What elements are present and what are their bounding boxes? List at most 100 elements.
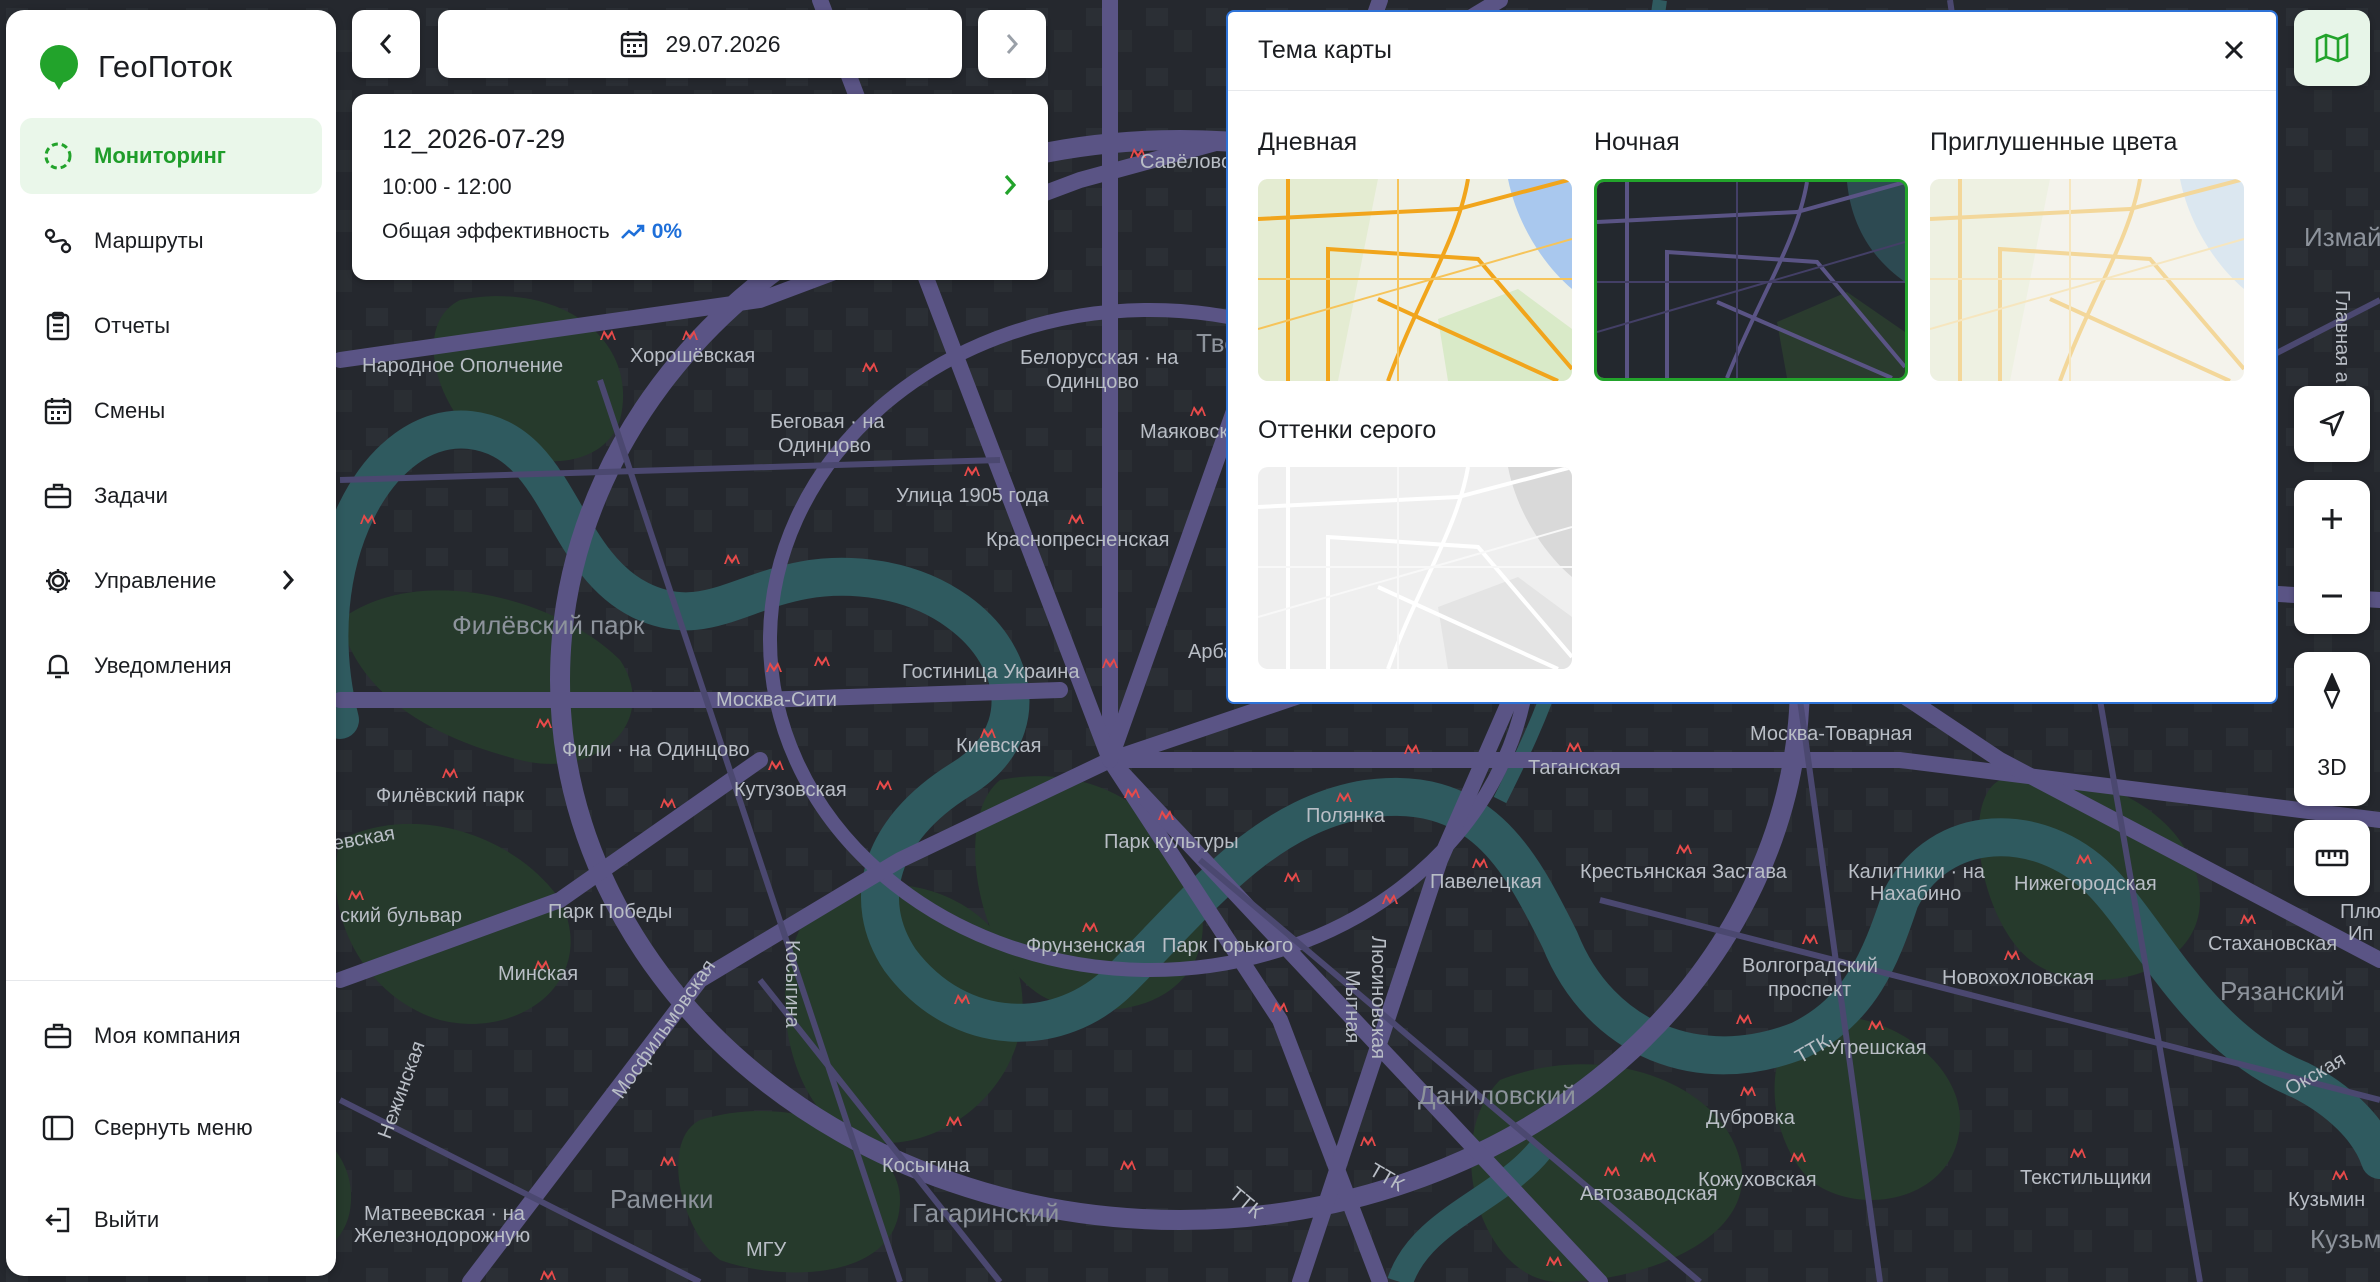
map-label-kosygina-vert: Косыгина — [781, 940, 803, 1029]
map-label-begovaya: Беговая · на — [770, 411, 885, 433]
sidebar-item-reports[interactable]: Отчеты — [20, 288, 322, 364]
close-icon — [2224, 40, 2244, 60]
gear-icon — [42, 565, 74, 597]
map-label-paveletskaya: Павелецкая — [1430, 871, 1542, 893]
next-date-button[interactable] — [978, 10, 1046, 78]
sidebar-divider — [6, 980, 336, 981]
sidebar-item-monitoring[interactable]: Мониторинг — [20, 118, 322, 194]
theme-panel-header: Тема карты — [1228, 12, 2276, 91]
sidebar: ГеоПоток Мониторинг Маршруты Отчеты Смен… — [6, 10, 336, 1276]
map-label-izmay: Измай — [2304, 222, 2380, 252]
sidebar-item-notifications[interactable]: Уведомления — [20, 628, 322, 704]
sidebar-item-collapse-menu[interactable]: Свернуть меню — [20, 1090, 322, 1166]
prev-date-button[interactable] — [352, 10, 420, 78]
collapse-panel-icon — [42, 1112, 74, 1144]
bell-icon — [42, 650, 74, 682]
theme-thumbnail-muted — [1930, 179, 2244, 381]
map-label-kutuzovskaya: Кутузовская — [734, 779, 847, 801]
minus-icon — [2322, 594, 2342, 597]
app-logo[interactable]: ГеоПоток — [38, 44, 232, 90]
map-label-nizhegorodskaya: Нижегородская — [2014, 873, 2157, 895]
map-label-dubrovka: Дубровка — [1706, 1107, 1796, 1129]
map-label-mytnaya: Мытная — [1341, 970, 1363, 1043]
map-label-volgogradsky2: проспект — [1768, 979, 1851, 1001]
briefcase-icon — [42, 480, 74, 512]
chevron-right-icon — [280, 567, 296, 598]
route-efficiency: Общая эффективность 0% — [382, 220, 682, 244]
map-label-park-kultury: Парк культуры — [1104, 831, 1239, 853]
map-label-krasnopresnenskaya: Краснопресненская — [986, 529, 1170, 551]
efficiency-label: Общая эффективность — [382, 220, 610, 243]
zoom-out-button[interactable] — [2294, 557, 2370, 634]
map-label-bulvar: ский бульвар — [340, 905, 462, 927]
current-date: 29.07.2026 — [665, 30, 781, 57]
map-label-tekstilshchiki: Текстильщики — [2020, 1167, 2151, 1189]
date-picker[interactable]: 29.07.2026 — [438, 10, 962, 78]
sidebar-item-shifts[interactable]: Смены — [20, 373, 322, 449]
map-theme-button[interactable] — [2294, 10, 2370, 86]
sidebar-item-label: Задачи — [94, 483, 168, 508]
clipboard-icon — [42, 310, 74, 342]
zoom-controls — [2294, 480, 2370, 634]
my-location-button[interactable] — [2294, 386, 2370, 462]
sidebar-item-logout[interactable]: Выйти — [20, 1182, 322, 1258]
map-label-matveevskaya: Матвеевская · на — [364, 1203, 526, 1225]
map-label-polyanka: Полянка — [1306, 805, 1386, 827]
map-label-glavnaya: Главная а — [2331, 290, 2353, 384]
sidebar-item-label: Смены — [94, 398, 166, 423]
theme-option-grayscale[interactable]: Оттенки серого — [1258, 416, 1572, 669]
theme-panel-title: Тема карты — [1258, 36, 1392, 64]
sidebar-item-management[interactable]: Управление — [20, 543, 322, 619]
trend-up-icon — [620, 224, 645, 239]
map-icon — [2315, 33, 2349, 63]
theme-option-name: Ночная — [1594, 128, 1680, 156]
sidebar-item-tasks[interactable]: Задачи — [20, 458, 322, 534]
map-label-krestyanskaya: Крестьянская Застава — [1580, 861, 1788, 883]
theme-option-day[interactable]: Дневная — [1258, 128, 1572, 381]
ruler-button[interactable] — [2294, 820, 2370, 896]
theme-option-night[interactable]: Ночная — [1594, 128, 1908, 381]
map-label-ugreshskaya: Угрешская — [1828, 1037, 1927, 1059]
theme-option-muted[interactable]: Приглушенные цвета — [1930, 128, 2244, 381]
efficiency-value: 0% — [651, 220, 683, 243]
theme-thumbnail-day — [1258, 179, 1572, 381]
route-time: 10:00 - 12:00 — [382, 174, 512, 199]
map-label-kalitniki: Калитники · на — [1848, 861, 1986, 883]
map-label-narodnoe: Народное Ополчение — [362, 355, 563, 377]
map-label-lyusinovskaya: Люсиновская — [1367, 936, 1389, 1059]
chevron-left-icon — [379, 34, 392, 54]
sidebar-item-label: Мониторинг — [94, 143, 226, 168]
open-route-chevron-icon[interactable] — [1002, 172, 1018, 203]
map-label-frunzenskaya: Фрунзенская — [1026, 935, 1145, 957]
orientation-controls: 3D — [2294, 652, 2370, 806]
map-label-belorusskaya: Белорусская · на — [1020, 347, 1179, 369]
map-label-park-pobedy: Парк Победы — [548, 901, 672, 923]
map-label-fili: Фили · на Одинцово — [562, 739, 750, 761]
sidebar-item-routes[interactable]: Маршруты — [20, 203, 322, 279]
map-label-kalitniki2: Нахабино — [1870, 883, 1961, 905]
sidebar-item-label: Управление — [94, 568, 217, 593]
sidebar-item-label: Свернуть меню — [94, 1115, 253, 1140]
close-button[interactable] — [2214, 30, 2254, 70]
view-3d-button[interactable]: 3D — [2294, 729, 2370, 806]
map-label-begovaya2: Одинцово — [778, 435, 871, 457]
map-label-gostinitsa: Гостиница Украина — [902, 661, 1080, 683]
compass-button[interactable] — [2294, 652, 2370, 729]
zoom-in-button[interactable] — [2294, 480, 2370, 557]
map-label-plyu: Плю — [2340, 901, 2380, 923]
calendar-icon — [42, 395, 74, 427]
theme-option-name: Оттенки серого — [1258, 416, 1437, 444]
route-card[interactable]: 12_2026-07-29 10:00 - 12:00 Общая эффект… — [352, 94, 1048, 280]
map-label-matveevskaya2: Железнодорожную — [354, 1225, 530, 1247]
sidebar-item-label: Выйти — [94, 1207, 160, 1232]
map-label-khoroshevskaya: Хорошёвская — [630, 345, 755, 367]
ruler-icon — [2315, 849, 2349, 867]
route-title: 12_2026-07-29 — [382, 124, 566, 154]
loading-circle-icon — [42, 140, 74, 172]
map-label-minskaya: Минская — [498, 963, 578, 985]
sidebar-item-my-company[interactable]: Моя компания — [20, 998, 322, 1074]
map-label-taganskaya: Таганская — [1528, 757, 1621, 779]
map-label-kuzmin: Кузьмин — [2288, 1189, 2365, 1211]
theme-thumbnail-grayscale — [1258, 467, 1572, 669]
sidebar-item-label: Маршруты — [94, 228, 204, 253]
